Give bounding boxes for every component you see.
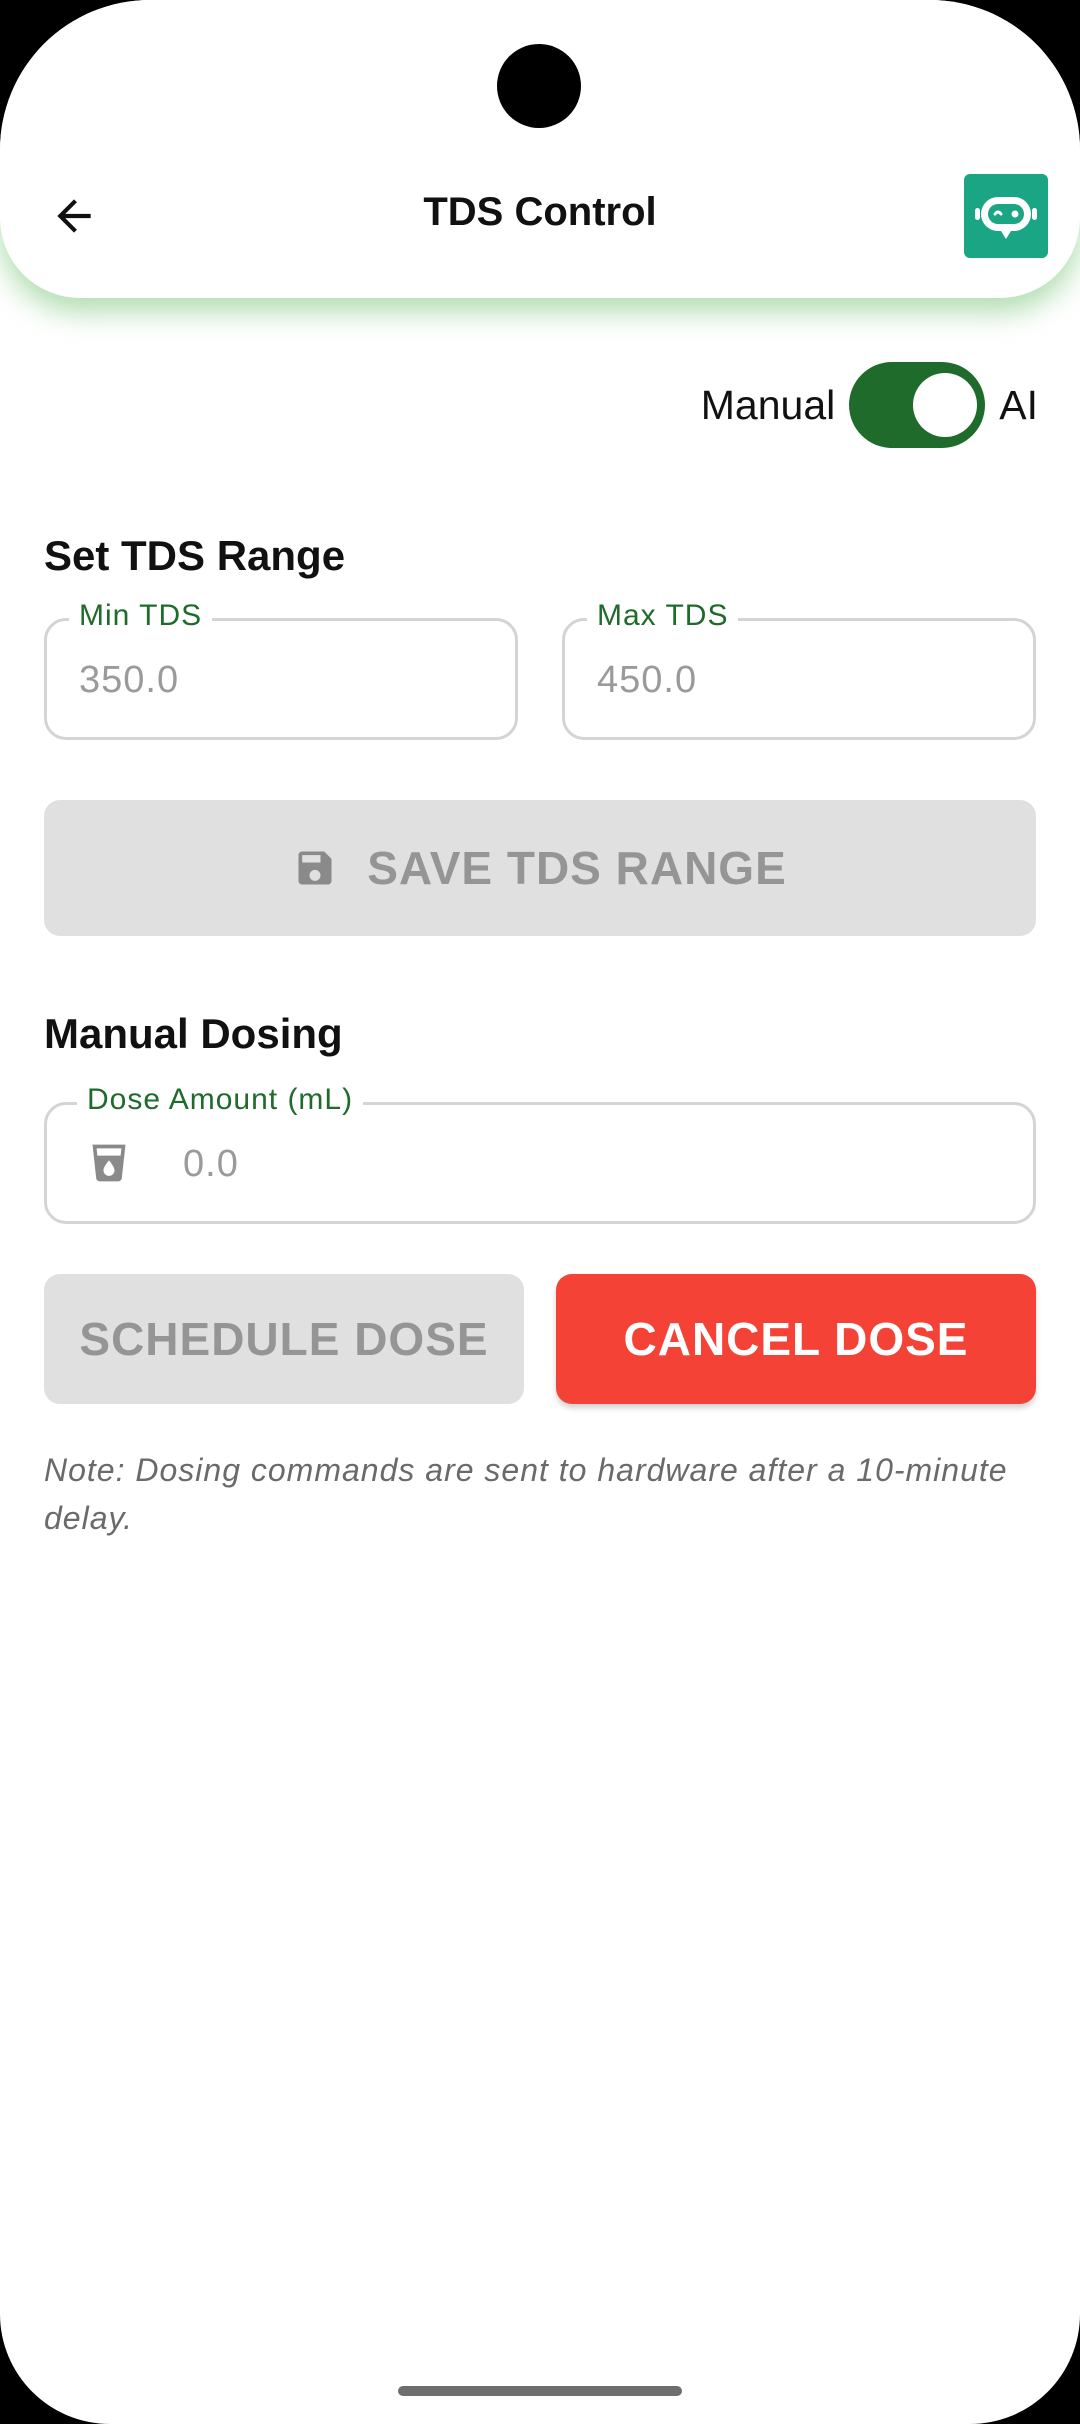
cancel-dose-button[interactable]: CANCEL DOSE — [556, 1274, 1036, 1404]
save-tds-range-button[interactable]: SAVE TDS RANGE — [44, 800, 1036, 936]
screen: TDS Control Manual AI Set TDS Range Min … — [0, 0, 1080, 2424]
page-title: TDS Control — [423, 190, 657, 234]
home-indicator[interactable] — [398, 2386, 682, 2396]
min-tds-input[interactable] — [77, 621, 495, 739]
cancel-dose-label: CANCEL DOSE — [623, 1313, 969, 1365]
mode-switch[interactable] — [849, 362, 986, 448]
cup-icon — [92, 1144, 126, 1182]
section-title-tds-range: Set TDS Range — [44, 532, 346, 579]
max-tds-field[interactable]: Max TDS — [562, 599, 1036, 740]
max-tds-input[interactable] — [595, 621, 1013, 739]
schedule-dose-button[interactable]: SCHEDULE DOSE — [44, 1274, 524, 1404]
switch-knob — [913, 373, 978, 437]
min-tds-field[interactable]: Min TDS — [44, 599, 518, 740]
assistant-button[interactable] — [964, 174, 1048, 258]
mode-label-ai: AI — [999, 381, 1038, 428]
robot-icon — [975, 197, 1037, 239]
mode-label-manual: Manual — [700, 381, 836, 428]
mode-toggle-row: Manual AI — [701, 362, 1038, 448]
save-icon — [298, 851, 332, 885]
schedule-dose-label: SCHEDULE DOSE — [79, 1313, 489, 1365]
save-tds-range-label: SAVE TDS RANGE — [367, 842, 787, 894]
section-title-manual-dosing: Manual Dosing — [44, 1010, 343, 1057]
camera-cutout — [497, 44, 581, 128]
dosing-note: Note: Dosing commands are sent to hardwa… — [44, 1452, 1008, 1536]
dose-amount-input[interactable] — [181, 1105, 1013, 1223]
dose-amount-field[interactable]: Dose Amount (mL) — [44, 1083, 1036, 1224]
